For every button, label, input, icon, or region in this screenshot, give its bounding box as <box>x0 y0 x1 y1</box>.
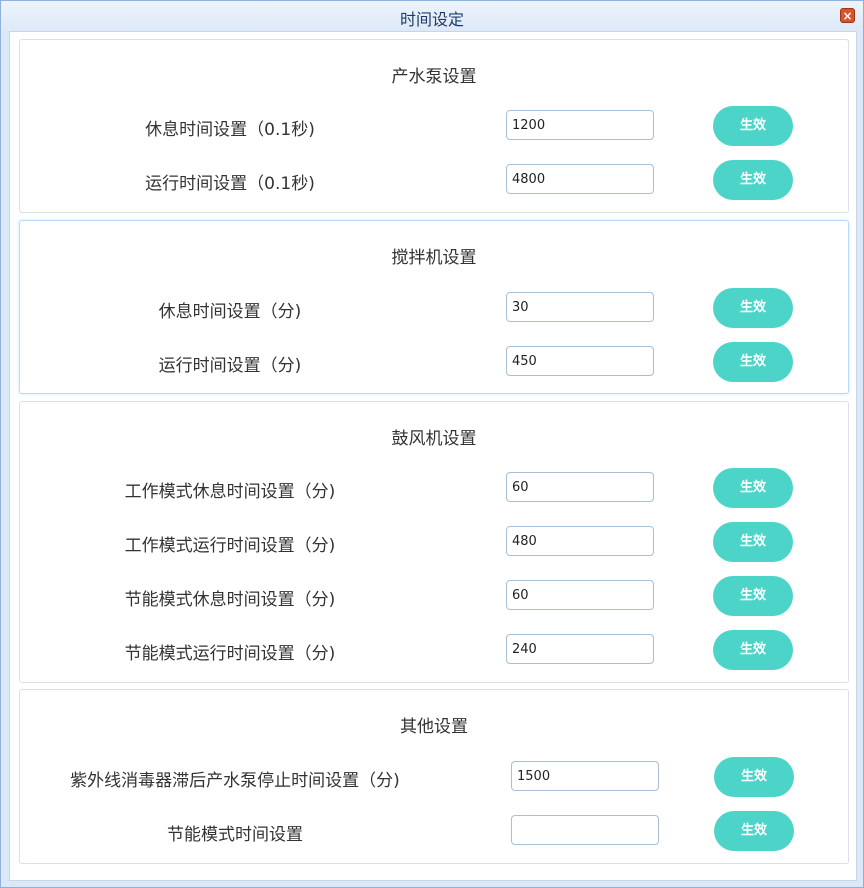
apply-button[interactable]: 生效 <box>713 630 793 670</box>
row-label: 节能模式休息时间设置（分) <box>124 590 336 610</box>
blower-work-rest-input[interactable]: 60 <box>506 472 654 502</box>
row-label: 节能模式运行时间设置（分) <box>124 644 336 664</box>
blower-eco-run-input[interactable]: 240 <box>506 634 654 664</box>
row-label: 节能模式时间设置 <box>167 825 303 845</box>
apply-button[interactable]: 生效 <box>714 757 794 797</box>
pump-rest-time-row: 休息时间设置（0.1秒) 1200 生效 <box>20 106 848 146</box>
panel-title: 其他设置 <box>400 717 468 737</box>
panel-title: 搅拌机设置 <box>391 248 477 268</box>
mixer-run-time-row: 运行时间设置（分) 450 生效 <box>20 342 848 382</box>
pump-run-time-row: 运行时间设置（0.1秒) 4800 生效 <box>20 160 848 200</box>
row-label: 工作模式运行时间设置（分) <box>124 536 336 556</box>
apply-button[interactable]: 生效 <box>713 288 793 328</box>
panel-title: 鼓风机设置 <box>391 429 477 449</box>
eco-mode-time-input[interactable] <box>511 815 659 845</box>
apply-button[interactable]: 生效 <box>714 811 794 851</box>
blower-work-rest-row: 工作模式休息时间设置（分) 60 生效 <box>20 468 848 508</box>
row-label: 紫外线消毒器滞后产水泵停止时间设置（分) <box>70 771 400 791</box>
blower-work-run-row: 工作模式运行时间设置（分) 480 生效 <box>20 522 848 562</box>
apply-button[interactable]: 生效 <box>713 468 793 508</box>
apply-button[interactable]: 生效 <box>713 106 793 146</box>
panel-title: 产水泵设置 <box>391 67 477 87</box>
apply-button[interactable]: 生效 <box>713 522 793 562</box>
row-label: 休息时间设置（0.1秒) <box>145 120 315 140</box>
row-label: 运行时间设置（分) <box>158 356 302 376</box>
blower-settings-panel: 鼓风机设置 工作模式休息时间设置（分) 60 生效 工作模式运行时间设置（分) … <box>19 401 849 683</box>
mixer-run-time-input[interactable]: 450 <box>506 346 654 376</box>
close-icon[interactable]: × <box>840 8 855 23</box>
blower-eco-rest-row: 节能模式休息时间设置（分) 60 生效 <box>20 576 848 616</box>
blower-work-run-input[interactable]: 480 <box>506 526 654 556</box>
apply-button[interactable]: 生效 <box>713 342 793 382</box>
eco-mode-time-row: 节能模式时间设置 生效 <box>20 811 848 851</box>
window-title: 时间设定 <box>399 10 464 29</box>
uv-delay-row: 紫外线消毒器滞后产水泵停止时间设置（分) 1500 生效 <box>20 757 848 797</box>
apply-button[interactable]: 生效 <box>713 576 793 616</box>
settings-window: 时间设定 × 产水泵设置 休息时间设置（0.1秒) 1200 生效 运行时间设置… <box>0 0 864 888</box>
other-settings-panel: 其他设置 紫外线消毒器滞后产水泵停止时间设置（分) 1500 生效 节能模式时间… <box>19 689 849 864</box>
pump-run-time-input[interactable]: 4800 <box>506 164 654 194</box>
apply-button[interactable]: 生效 <box>713 160 793 200</box>
settings-content: 产水泵设置 休息时间设置（0.1秒) 1200 生效 运行时间设置（0.1秒) … <box>9 31 857 881</box>
mixer-rest-time-row: 休息时间设置（分) 30 生效 <box>20 288 848 328</box>
mixer-rest-time-input[interactable]: 30 <box>506 292 654 322</box>
blower-eco-rest-input[interactable]: 60 <box>506 580 654 610</box>
row-label: 休息时间设置（分) <box>158 302 302 322</box>
mixer-settings-panel: 搅拌机设置 休息时间设置（分) 30 生效 运行时间设置（分) 450 生效 <box>19 220 849 394</box>
blower-eco-run-row: 节能模式运行时间设置（分) 240 生效 <box>20 630 848 670</box>
pump-settings-panel: 产水泵设置 休息时间设置（0.1秒) 1200 生效 运行时间设置（0.1秒) … <box>19 39 849 213</box>
uv-delay-input[interactable]: 1500 <box>511 761 659 791</box>
row-label: 工作模式休息时间设置（分) <box>124 482 336 502</box>
row-label: 运行时间设置（0.1秒) <box>145 174 315 194</box>
pump-rest-time-input[interactable]: 1200 <box>506 110 654 140</box>
title-bar[interactable]: 时间设定 × <box>1 1 863 31</box>
